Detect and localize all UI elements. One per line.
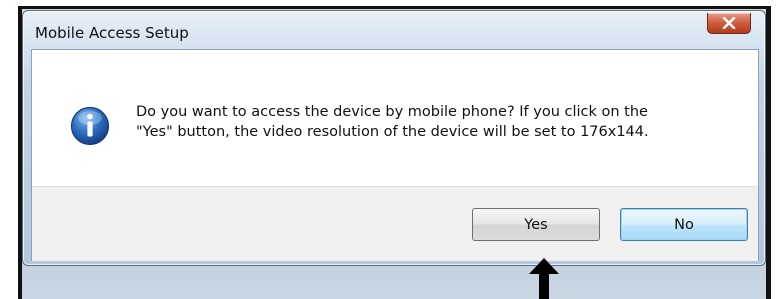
frame-right-line [766,6,771,299]
message-line-1: Do you want to access the device by mobi… [136,104,648,120]
message-area: Do you want to access the device by mobi… [32,50,758,186]
dialog-window: Mobile Access Setup Do you want to acces… [22,10,766,266]
button-bar: Yes No [32,186,758,261]
title-bar[interactable]: Mobile Access Setup [23,11,765,51]
yes-button[interactable]: Yes [472,208,600,241]
dialog-message: Do you want to access the device by mobi… [136,102,736,142]
message-line-2: "Yes" button, the video resolution of th… [136,124,649,140]
no-button[interactable]: No [620,208,748,241]
frame-top-line [18,6,771,9]
info-icon [70,106,110,146]
close-button[interactable] [707,13,751,34]
close-icon [722,17,736,29]
window-title: Mobile Access Setup [35,24,189,42]
dialog-client-area: Do you want to access the device by mobi… [31,49,759,261]
up-arrow-icon [529,258,559,299]
